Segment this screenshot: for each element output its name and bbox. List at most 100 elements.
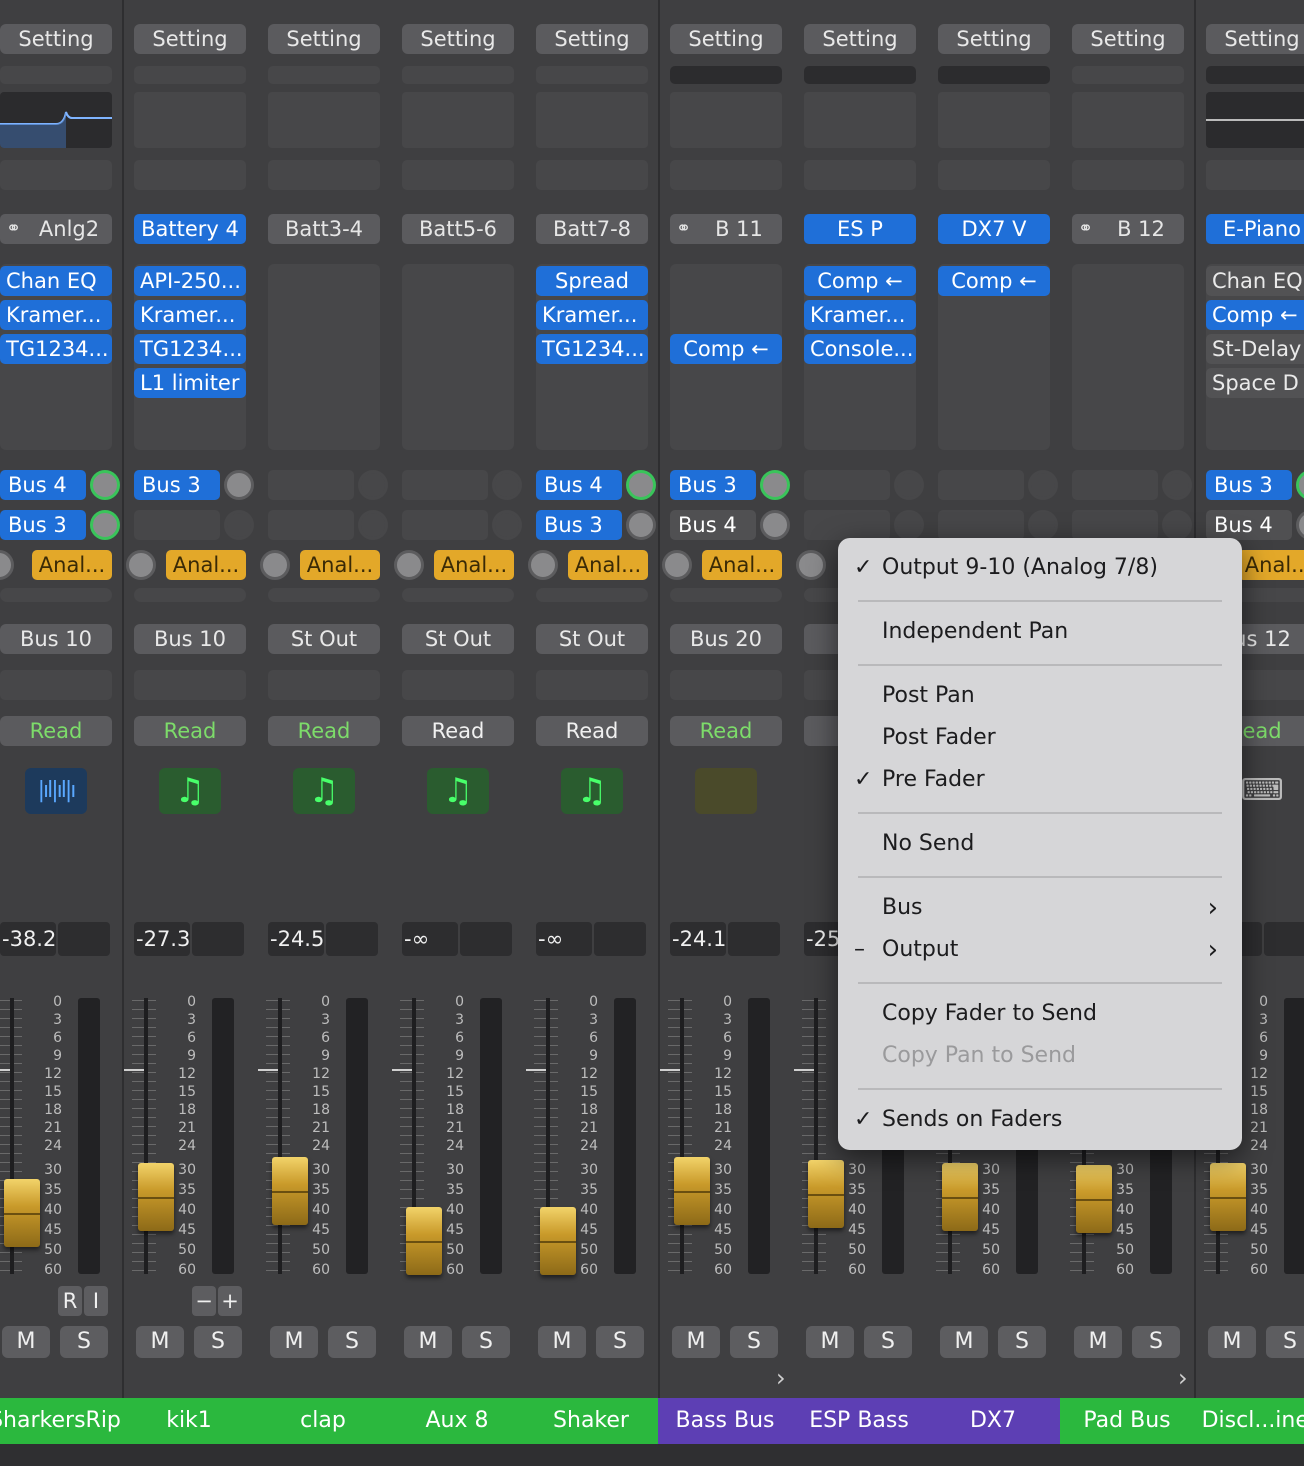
input-slot[interactable]: Batt3-4 [268, 214, 380, 244]
automation-mode-button[interactable]: Read [134, 716, 246, 746]
output-button[interactable]: Anal... [702, 550, 782, 580]
solo-button[interactable]: S [1132, 1326, 1180, 1358]
eq-thumbnail[interactable] [1072, 92, 1184, 148]
send-level-knob[interactable] [1296, 510, 1304, 540]
track-name[interactable]: clap [256, 1398, 390, 1444]
menu-item[interactable]: No Send [838, 824, 1242, 864]
send-level-knob[interactable] [1296, 470, 1304, 500]
solo-button[interactable]: S [462, 1326, 510, 1358]
solo-button[interactable]: S [194, 1326, 242, 1358]
setting-button[interactable]: Setting [804, 24, 916, 54]
send-slot[interactable]: Bus 3 [1206, 470, 1292, 500]
pan-knob[interactable] [796, 550, 826, 580]
expand-chevron-icon[interactable]: › [776, 1364, 786, 1392]
track-name[interactable]: kik1 [122, 1398, 256, 1444]
solo-button[interactable]: S [328, 1326, 376, 1358]
output-button[interactable]: Anal... [300, 550, 380, 580]
menu-item[interactable]: Post Pan [838, 676, 1242, 716]
gain-slot[interactable] [938, 66, 1050, 84]
small-button[interactable]: R [58, 1286, 82, 1316]
insert-area[interactable] [402, 264, 514, 450]
send-level-knob[interactable] [358, 470, 388, 500]
setting-button[interactable]: Setting [536, 24, 648, 54]
track-name[interactable]: DX7 [926, 1398, 1060, 1444]
insert-plugin[interactable]: Kramer... [134, 300, 246, 330]
automation-mode-button[interactable]: Read [0, 716, 112, 746]
send-slot[interactable] [1072, 470, 1158, 500]
solo-button[interactable]: S [1266, 1326, 1304, 1358]
setting-button[interactable]: Setting [1072, 24, 1184, 54]
send-slot[interactable] [804, 470, 890, 500]
gain-slot[interactable] [0, 66, 112, 84]
pan-knob[interactable] [394, 550, 424, 580]
group-slot[interactable] [402, 588, 514, 602]
gain-slot[interactable] [1206, 66, 1304, 84]
fader-cap[interactable] [272, 1157, 308, 1226]
send-level-knob[interactable] [760, 510, 790, 540]
send-slot[interactable]: Bus 3 [536, 510, 622, 540]
bus-output-button[interactable]: Bus 20 [670, 624, 782, 654]
group-slot[interactable] [536, 670, 648, 700]
waveform-icon[interactable]: |ıl|ıl|ı [25, 768, 87, 814]
insert-area[interactable] [268, 264, 380, 450]
send-level-knob[interactable] [760, 470, 790, 500]
input-slot[interactable]: DX7 V [938, 214, 1050, 244]
send-level-knob[interactable] [1162, 470, 1192, 500]
eq-thumbnail[interactable] [938, 92, 1050, 148]
fader-cap[interactable] [4, 1179, 40, 1248]
send-level-knob[interactable] [894, 470, 924, 500]
send-level-knob[interactable] [626, 470, 656, 500]
eq-thumbnail[interactable] [134, 92, 246, 148]
input-slot[interactable]: Battery 4 [134, 214, 246, 244]
eq-thumbnail[interactable] [402, 92, 514, 148]
pan-knob[interactable] [662, 550, 692, 580]
solo-button[interactable]: S [998, 1326, 1046, 1358]
fader-cap[interactable] [808, 1159, 844, 1228]
gain-slot[interactable] [268, 66, 380, 84]
midi-fx-slot[interactable] [536, 160, 648, 190]
midi-fx-slot[interactable] [1206, 160, 1304, 190]
automation-mode-button[interactable]: Read [402, 716, 514, 746]
insert-plugin[interactable]: Spread [536, 266, 648, 296]
menu-item[interactable]: ✓ Output 9-10 (Analog 7/8) [838, 548, 1242, 588]
music-note-icon[interactable]: ♫ [159, 768, 221, 814]
music-note-icon[interactable]: ♫ [561, 768, 623, 814]
send-level-knob[interactable] [1162, 510, 1192, 540]
menu-item[interactable]: Independent Pan [838, 612, 1242, 652]
menu-item[interactable]: – Output › [838, 930, 1242, 970]
send-slot[interactable] [1072, 510, 1158, 540]
gain-slot[interactable] [134, 66, 246, 84]
input-slot[interactable]: E-Piano [1206, 214, 1304, 244]
send-level-knob[interactable] [894, 510, 924, 540]
bus-output-button[interactable]: Bus 10 [0, 624, 112, 654]
bus-output-button[interactable]: St Out [268, 624, 380, 654]
fader-cap[interactable] [674, 1157, 710, 1226]
send-slot[interactable] [804, 510, 890, 540]
pan-knob[interactable] [126, 550, 156, 580]
group-slot[interactable] [268, 588, 380, 602]
send-level-knob[interactable] [90, 510, 120, 540]
insert-plugin[interactable]: API-250... [134, 266, 246, 296]
output-button[interactable]: Anal... [434, 550, 514, 580]
send-slot[interactable] [402, 470, 488, 500]
small-button[interactable]: I [84, 1286, 108, 1316]
gain-slot[interactable] [804, 66, 916, 84]
gain-slot[interactable] [402, 66, 514, 84]
automation-mode-button[interactable]: Read [536, 716, 648, 746]
midi-fx-slot[interactable] [402, 160, 514, 190]
midi-fx-slot[interactable] [804, 160, 916, 190]
send-slot[interactable] [268, 510, 354, 540]
solo-button[interactable]: S [730, 1326, 778, 1358]
group-slot[interactable] [402, 670, 514, 700]
small-button[interactable]: + [218, 1286, 242, 1316]
send-slot[interactable]: Bus 4 [0, 470, 86, 500]
insert-plugin[interactable]: St-Delay [1206, 334, 1304, 364]
midi-fx-slot[interactable] [268, 160, 380, 190]
insert-plugin[interactable]: TG1234... [134, 334, 246, 364]
track-name[interactable]: Discl...ines [1194, 1398, 1304, 1444]
music-note-icon[interactable]: ♫ [427, 768, 489, 814]
fader-cap[interactable] [1076, 1165, 1112, 1234]
track-name[interactable]: ESP Bass [792, 1398, 926, 1444]
send-slot[interactable]: Bus 4 [670, 510, 756, 540]
send-slot[interactable]: Bus 3 [670, 470, 756, 500]
